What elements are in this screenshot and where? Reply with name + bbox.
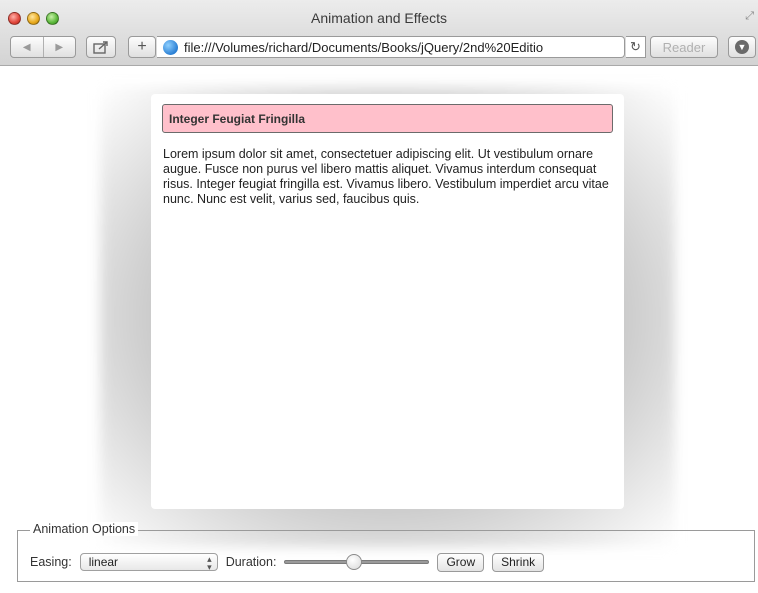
easing-value: linear xyxy=(88,555,119,569)
grow-button[interactable]: Grow xyxy=(437,552,485,572)
download-icon: ▼ xyxy=(735,40,749,54)
options-legend: Animation Options xyxy=(30,522,139,536)
reload-icon[interactable]: ↻ xyxy=(626,36,646,58)
back-forward-group: ◀ ▶ xyxy=(10,36,76,58)
shrink-button[interactable]: Shrink xyxy=(492,552,545,572)
title-bar: Animation and Effects ⤢ ◀ ▶ + file:///Vo… xyxy=(0,0,758,66)
share-button[interactable] xyxy=(86,36,116,58)
panel-heading: Integer Feugiat Fringilla xyxy=(162,104,613,133)
options-row: Easing: linear ▴ ▾ Duration: Grow Shrink xyxy=(30,552,545,572)
select-arrows-icon: ▴ ▾ xyxy=(207,554,212,572)
panel-body-text: Lorem ipsum dolor sit amet, consectetuer… xyxy=(163,147,609,206)
animated-panel: Integer Feugiat Fringilla Lorem ipsum do… xyxy=(151,94,624,509)
address-bar[interactable]: file:///Volumes/richard/Documents/Books/… xyxy=(157,36,625,58)
window-title: Animation and Effects xyxy=(311,10,447,26)
reader-button[interactable]: Reader xyxy=(650,36,718,58)
forward-arrow-icon[interactable]: ▶ xyxy=(44,42,76,53)
animation-options-fieldset: Animation Options Easing: linear ▴ ▾ Dura… xyxy=(17,522,755,582)
easing-select[interactable]: linear ▴ ▾ xyxy=(79,553,218,572)
url-text[interactable]: file:///Volumes/richard/Documents/Books/… xyxy=(184,40,543,55)
back-arrow-icon[interactable]: ◀ xyxy=(11,42,43,53)
slider-thumb[interactable] xyxy=(346,554,363,570)
easing-label: Easing: xyxy=(30,555,72,569)
globe-icon xyxy=(163,40,178,55)
browser-window: Animation and Effects ⤢ ◀ ▶ + file:///Vo… xyxy=(0,0,758,593)
page-content: Integer Feugiat Fringilla Lorem ipsum do… xyxy=(0,67,758,593)
share-icon xyxy=(93,41,108,54)
download-button[interactable]: ▼ xyxy=(728,36,756,58)
duration-label: Duration: xyxy=(225,555,277,569)
fullscreen-icon[interactable]: ⤢ xyxy=(745,10,754,23)
duration-slider[interactable] xyxy=(284,553,430,571)
add-tab-icon[interactable]: + xyxy=(128,36,156,58)
